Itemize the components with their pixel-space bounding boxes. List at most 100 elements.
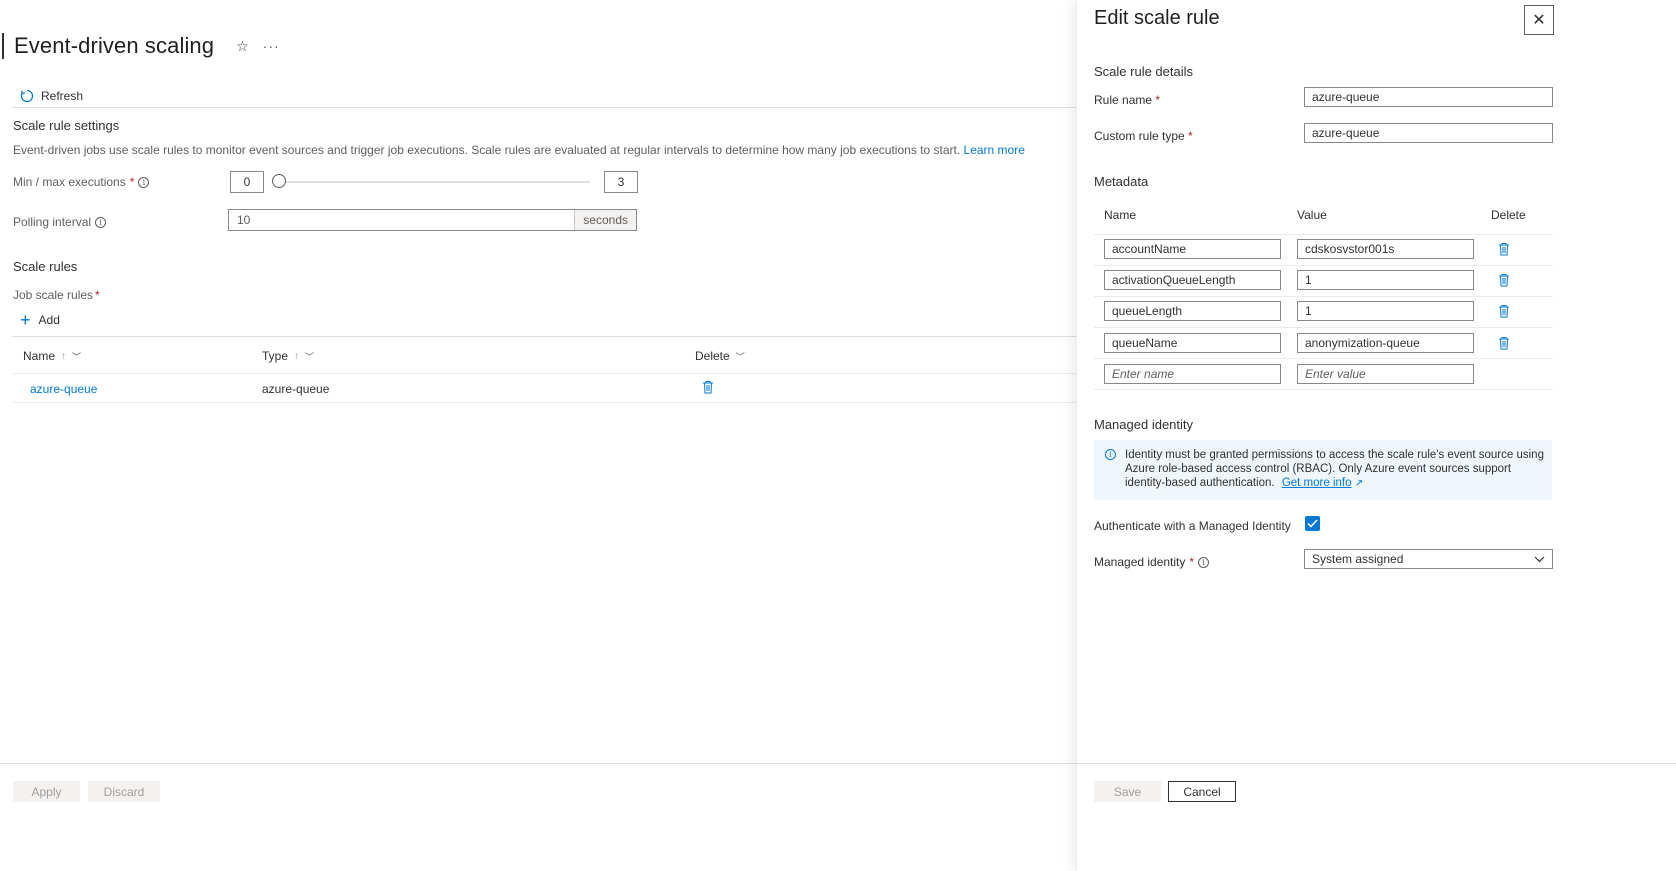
- get-more-info-link[interactable]: Get more info: [1282, 477, 1352, 489]
- column-header-name[interactable]: Name ↑ ﹀: [23, 349, 81, 363]
- name-placeholder[interactable]: Enter name: [1105, 367, 1174, 381]
- save-button[interactable]: Save: [1094, 781, 1161, 802]
- close-button[interactable]: ✕: [1524, 5, 1554, 35]
- refresh-icon: [20, 89, 34, 103]
- row-divider: [12, 402, 1076, 403]
- more-options-icon[interactable]: ···: [263, 38, 280, 54]
- managed-identity-dropdown[interactable]: System assigned: [1304, 549, 1553, 569]
- custom-rule-type-label-text: Custom rule type: [1094, 129, 1185, 143]
- managed-identity-label: Managed identity * i: [1094, 555, 1210, 569]
- metadata-value-input[interactable]: cdskosvstor001s: [1297, 239, 1474, 259]
- info-icon[interactable]: i: [95, 216, 107, 228]
- rule-name-label: Rule name *: [1094, 93, 1160, 107]
- metadata-value-input[interactable]: 1: [1297, 301, 1474, 321]
- polling-interval-label: Polling interval i: [13, 215, 107, 229]
- chevron-down-icon: ﹀: [305, 351, 315, 362]
- polling-interval-field[interactable]: 10 seconds: [228, 209, 637, 231]
- polling-unit-suffix: seconds: [574, 210, 636, 230]
- add-rule-button[interactable]: + Add: [20, 310, 60, 330]
- metadata-row-divider: [1094, 358, 1553, 359]
- panel-title: Edit scale rule: [1094, 7, 1220, 29]
- rule-name-label-text: Rule name: [1094, 93, 1153, 107]
- refresh-button[interactable]: Refresh: [20, 89, 83, 103]
- polling-interval-label-text: Polling interval: [13, 215, 92, 229]
- identity-info-box: i Identity must be granted permissions t…: [1094, 440, 1552, 500]
- managed-identity-label-text: Managed identity: [1094, 555, 1186, 569]
- rule-name-link[interactable]: azure-queue: [30, 382, 97, 396]
- footer-divider: [0, 763, 1076, 764]
- scale-rule-details-heading: Scale rule details: [1094, 64, 1193, 79]
- polling-interval-input[interactable]: 10: [229, 213, 574, 227]
- info-icon[interactable]: i: [1198, 556, 1210, 568]
- new-metadata-name-field[interactable]: Enter name: [1104, 364, 1281, 384]
- column-header-type[interactable]: Type ↑ ﹀: [262, 349, 314, 363]
- favorite-star-icon[interactable]: ☆: [236, 38, 249, 55]
- metadata-row-divider: [1094, 265, 1553, 266]
- metadata-value-input[interactable]: anonymization-queue: [1297, 333, 1474, 353]
- custom-rule-type-input[interactable]: azure-queue: [1304, 123, 1553, 143]
- metadata-heading: Metadata: [1094, 174, 1149, 189]
- close-icon: ✕: [1532, 12, 1546, 29]
- job-scale-rules-label-text: Job scale rules: [13, 288, 94, 302]
- required-asterisk: *: [1189, 555, 1195, 569]
- external-link-icon: ↗: [1354, 478, 1364, 489]
- delete-rule-icon[interactable]: [702, 380, 714, 394]
- authenticate-label: Authenticate with a Managed Identity: [1094, 519, 1291, 533]
- metadata-row-divider: [1094, 389, 1553, 390]
- value-placeholder[interactable]: Enter value: [1298, 367, 1366, 381]
- column-header-delete[interactable]: Delete ﹀: [695, 349, 745, 363]
- learn-more-link[interactable]: Learn more: [964, 143, 1025, 157]
- info-text: Identity must be granted permissions to …: [1125, 448, 1545, 491]
- managed-identity-heading: Managed identity: [1094, 417, 1194, 432]
- info-icon[interactable]: i: [138, 176, 150, 188]
- page-title: Event-driven scaling: [14, 33, 215, 58]
- chevron-down-icon: ﹀: [72, 351, 82, 362]
- scale-rule-settings-description: Event-driven jobs use scale rules to mon…: [13, 143, 1025, 157]
- job-scale-rules-label: Job scale rules *: [13, 288, 100, 302]
- apply-button[interactable]: Apply: [13, 781, 80, 802]
- metadata-header-divider: [1094, 234, 1553, 235]
- delete-metadata-icon[interactable]: [1498, 242, 1510, 256]
- column-type-label: Type: [262, 349, 289, 363]
- chevron-down-icon: [1534, 556, 1545, 562]
- metadata-name-input[interactable]: queueName: [1104, 333, 1281, 353]
- metadata-value-input[interactable]: 1: [1297, 270, 1474, 290]
- executions-slider-thumb[interactable]: [272, 174, 286, 188]
- authenticate-checkbox[interactable]: [1305, 516, 1320, 531]
- delete-metadata-icon[interactable]: [1498, 273, 1510, 287]
- scale-rules-heading: Scale rules: [13, 259, 78, 274]
- required-asterisk: *: [95, 288, 100, 302]
- rule-name-input[interactable]: azure-queue: [1304, 87, 1553, 107]
- delete-metadata-icon[interactable]: [1498, 336, 1510, 350]
- custom-rule-type-label: Custom rule type *: [1094, 129, 1193, 143]
- min-executions-input[interactable]: 0: [230, 171, 264, 193]
- managed-identity-selected: System assigned: [1312, 552, 1404, 566]
- edit-scale-rule-panel: Edit scale rule ✕ Scale rule details Rul…: [1076, 0, 1676, 871]
- metadata-column-name: Name: [1104, 208, 1137, 222]
- required-asterisk: *: [1155, 93, 1161, 107]
- panel-footer-divider: [1077, 763, 1676, 764]
- delete-metadata-icon[interactable]: [1498, 304, 1510, 318]
- metadata-column-delete: Delete: [1491, 208, 1526, 222]
- column-delete-label: Delete: [695, 349, 730, 363]
- max-executions-input[interactable]: 3: [604, 171, 638, 193]
- metadata-name-input[interactable]: activationQueueLength: [1104, 270, 1281, 290]
- min-max-label: Min / max executions * i: [13, 175, 150, 189]
- table-row: azure-queue azure-queue: [12, 374, 1076, 403]
- required-asterisk: *: [129, 175, 135, 189]
- metadata-column-value: Value: [1297, 208, 1327, 222]
- column-name-label: Name: [23, 349, 56, 363]
- discard-button[interactable]: Discard: [88, 781, 160, 802]
- metadata-name-input[interactable]: accountName: [1104, 239, 1281, 259]
- plus-icon: +: [20, 310, 31, 330]
- sort-up-icon: ↑: [294, 350, 300, 362]
- page-header: Event-driven scaling ☆ ···: [0, 30, 280, 62]
- cancel-button[interactable]: Cancel: [1168, 781, 1236, 802]
- table-top-divider: [12, 336, 1076, 337]
- title-separator: [2, 33, 4, 59]
- checkmark-icon: [1307, 519, 1318, 528]
- metadata-row-divider: [1094, 296, 1553, 297]
- new-metadata-value-field[interactable]: Enter value: [1297, 364, 1474, 384]
- metadata-name-input[interactable]: queueLength: [1104, 301, 1281, 321]
- executions-slider-track[interactable]: [280, 181, 590, 183]
